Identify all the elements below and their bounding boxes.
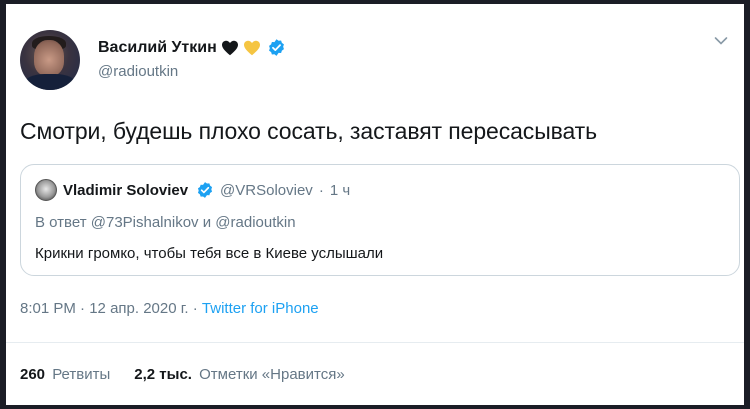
quote-separator: ·: [318, 181, 324, 199]
retweets-label: Ретвиты: [52, 366, 111, 383]
tweet-source[interactable]: Twitter for iPhone: [202, 300, 319, 317]
tweet-meta: 8:01 PM · 12 апр. 2020 г. · Twitter for …: [20, 300, 319, 317]
meta-separator: ·: [192, 300, 198, 317]
author-avatar[interactable]: [20, 30, 80, 90]
quoted-tweet[interactable]: Vladimir Soloviev @VRSoloviev · 1 ч В от…: [20, 164, 740, 276]
quote-author-name: Vladimir Soloviev: [63, 181, 189, 199]
tweet-text: Смотри, будешь плохо сосать, заставят пе…: [20, 118, 597, 144]
tweet-date[interactable]: 12 апр. 2020 г.: [89, 300, 188, 317]
quote-reply-context: В ответ @73Pishalnikov и @radioutkin: [35, 214, 296, 231]
quote-author-avatar: [35, 179, 57, 201]
verified-badge-icon: [268, 39, 284, 56]
quote-author-handle: @VRSoloviev: [220, 181, 313, 199]
retweets-stat[interactable]: 260 Ретвиты: [20, 366, 110, 383]
retweets-count: 260: [20, 366, 46, 383]
divider: [6, 342, 744, 343]
author-handle[interactable]: @radioutkin: [98, 63, 286, 80]
reply-mention-2[interactable]: @radioutkin: [215, 214, 295, 231]
likes-stat[interactable]: 2,2 тыс. Отметки «Нравится»: [134, 366, 344, 383]
reply-mention-1[interactable]: @73Pishalnikov: [91, 214, 199, 231]
likes-label: Отметки «Нравится»: [199, 366, 345, 383]
meta-separator: ·: [80, 300, 86, 317]
tweet-card: Василий Уткин @radioutkin Смотри, будешь…: [6, 4, 744, 405]
quote-text: Крикни громко, чтобы тебя все в Киеве ус…: [35, 245, 384, 262]
chevron-down-icon[interactable]: [714, 36, 728, 46]
tweet-stats: 260 Ретвиты 2,2 тыс. Отметки «Нравится»: [20, 366, 345, 383]
verified-badge-icon: [197, 182, 213, 198]
author-name[interactable]: Василий Уткин: [98, 39, 217, 57]
quote-time: 1 ч: [329, 181, 351, 199]
black-heart-icon: [221, 40, 238, 55]
likes-count: 2,2 тыс.: [134, 366, 192, 383]
yellow-heart-icon: [243, 40, 260, 55]
tweet-time[interactable]: 8:01 PM: [20, 300, 76, 317]
reply-and: и: [202, 214, 212, 231]
author-block: Василий Уткин @radioutkin: [98, 38, 286, 80]
reply-prefix: В ответ: [35, 214, 87, 231]
